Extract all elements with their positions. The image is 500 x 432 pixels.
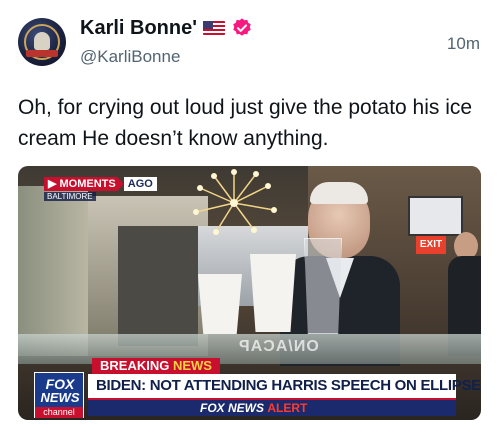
- moments-ago-tag: ▶ MOMENTS AGO: [44, 177, 157, 191]
- author-name-row: Karli Bonne': [80, 15, 253, 41]
- chandelier-icon: [193, 169, 277, 235]
- fox-news-logo: FOX NEWS channel: [34, 372, 84, 418]
- breaking-news-tag: BREAKING NEWS: [92, 358, 220, 374]
- news-headline: BIDEN: NOT ATTENDING HARRIS SPEECH ON EL…: [96, 377, 481, 394]
- post-timestamp[interactable]: 10m: [447, 34, 480, 54]
- author-handle[interactable]: @KarliBonne: [80, 47, 180, 67]
- cup: [198, 274, 242, 334]
- counter-lettering: ON/ACAP: [238, 338, 319, 355]
- post-text: Oh, for crying out loud just give the po…: [18, 96, 473, 150]
- alert-bar: FOX NEWS ALERT: [88, 400, 456, 416]
- post-card: Karli Bonne' @KarliBonne 10m Oh, for cry…: [0, 0, 500, 432]
- cup: [250, 254, 296, 332]
- location-tag: BALTIMORE: [44, 192, 96, 201]
- verified-badge-icon: [233, 18, 251, 36]
- glass: [304, 238, 342, 334]
- author-display-name[interactable]: Karli Bonne': [80, 17, 197, 40]
- news-alert: FOX NEWS ALERT: [200, 401, 308, 415]
- avatar[interactable]: [18, 18, 66, 66]
- headline-bar: BIDEN: NOT ATTENDING HARRIS SPEECH ON EL…: [88, 374, 481, 400]
- news-lower-third: BREAKING NEWS BIDEN: NOT ATTENDING HARRI…: [18, 356, 481, 420]
- exit-sign: EXIT: [416, 236, 446, 254]
- post-media-image[interactable]: EXIT ON/ACAP ▶ MOMENTS AGO BALTIMORE BRE…: [18, 166, 481, 420]
- us-flag-icon: [203, 21, 225, 35]
